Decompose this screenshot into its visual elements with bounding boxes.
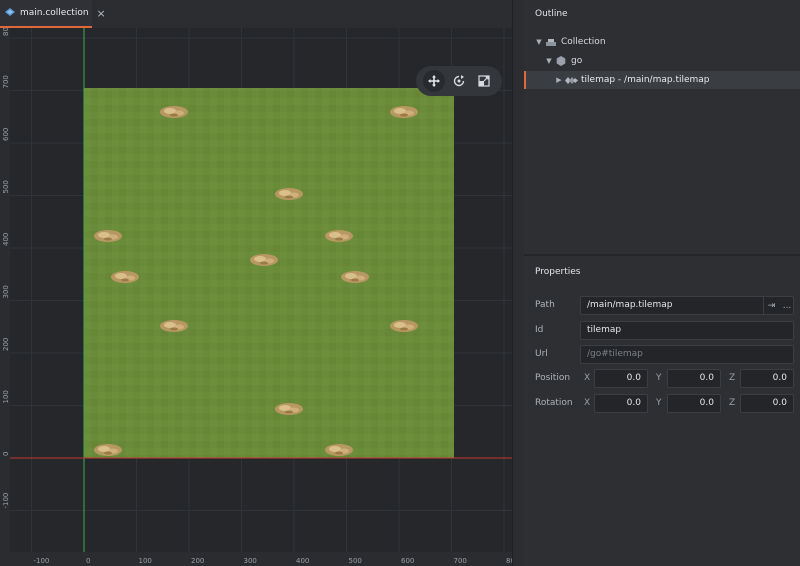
ruler-y-label: 400 [2,233,10,246]
outline-item-go[interactable]: ▼ go [524,52,800,70]
ruler-x-label: 700 [454,557,467,565]
url-field[interactable]: /go#tilemap [580,345,794,364]
ruler-y-label: 0 [2,452,10,456]
close-icon[interactable]: × [97,7,106,20]
expand-arrow-icon[interactable]: ▶ [554,76,564,84]
scale-icon [478,75,490,87]
position-x-label: X [584,373,591,383]
tilemap-grass [84,88,454,458]
ruler-y-label: -100 [2,493,10,509]
outline-item-label: Collection [561,37,606,47]
tab-main-collection[interactable]: main.collection × [0,0,106,28]
dirt-patch [160,106,188,118]
rotation-z-field[interactable]: 0.0 [740,394,794,413]
ruler-x-label: 400 [296,557,309,565]
ruler-y-label: 800 [2,28,10,36]
ruler-y-label: 300 [2,285,10,298]
tilemap-icon [564,74,578,86]
ruler-x-label: 500 [349,557,362,565]
browse-button[interactable]: ... [779,296,795,315]
ruler-x-label: 600 [401,557,414,565]
url-label: Url [535,349,548,359]
move-arrows-icon [428,75,441,87]
dirt-patch [250,254,278,266]
ruler-y-label: 700 [2,75,10,88]
rotation-y-label: Y [656,398,662,408]
outline-pane: Outline ▼ Collection ▼ go ▶ tilemap - /m… [524,0,800,256]
rotation-label: Rotation [535,398,573,408]
ruler-y-label: 100 [2,390,10,403]
position-label: Position [535,373,571,383]
outline-title: Outline [535,9,568,19]
dirt-patch [390,320,418,332]
ruler-x-label: -100 [34,557,50,565]
dirt-patch [325,230,353,242]
rotation-z-label: Z [729,398,736,408]
outline-item-collection[interactable]: ▼ Collection [524,33,800,51]
outline-item-label: go [571,56,583,66]
dirt-patch [94,444,122,456]
move-tool-button[interactable] [423,70,446,92]
ruler-y-label: 200 [2,338,10,351]
scene-canvas[interactable]: 800 700 600 500 400 300 200 100 0 -100 -100 0 100 20… [0,28,512,566]
rotate-tool-button[interactable] [448,70,470,92]
game-object-icon [554,55,568,67]
id-label: Id [535,325,544,335]
collection-icon [4,7,16,20]
dirt-patch [275,403,303,415]
properties-pane: Properties Path /main/map.tilemap ⇥ ... … [524,258,800,566]
position-z-field[interactable]: 0.0 [740,369,794,388]
ruler-y-label: 600 [2,128,10,141]
id-field[interactable]: tilemap [580,321,794,340]
right-panel: Outline ▼ Collection ▼ go ▶ tilemap - /m… [524,0,800,566]
expand-arrow-icon[interactable]: ▼ [534,38,544,46]
tab-label: main.collection [20,8,89,18]
position-x-field[interactable]: 0.0 [594,369,648,388]
outline-item-label: tilemap - /main/map.tilemap [581,75,710,85]
position-z-label: Z [729,373,736,383]
dirt-patch [160,320,188,332]
ruler-x-label: 0 [86,557,90,565]
collection-icon [544,36,558,48]
rotation-x-field[interactable]: 0.0 [594,394,648,413]
ruler-x-label: 200 [191,557,204,565]
dirt-patch [94,230,122,242]
rotation-x-label: X [584,398,591,408]
goto-icon[interactable]: ⇥ [763,296,779,315]
outline-item-tilemap[interactable]: ▶ tilemap - /main/map.tilemap [524,71,800,89]
panel-splitter[interactable] [512,0,524,566]
dirt-patch [111,271,139,283]
scene-toolbar [416,66,502,96]
expand-arrow-icon[interactable]: ▼ [544,57,554,65]
dirt-patch [390,106,418,118]
editor-tab-bar: main.collection × [0,0,512,28]
position-y-label: Y [656,373,662,383]
ruler-x-label: 100 [139,557,152,565]
position-y-field[interactable]: 0.0 [667,369,721,388]
path-label: Path [535,300,555,310]
rotate-icon [453,75,465,87]
path-field[interactable]: /main/map.tilemap [580,296,794,315]
ruler-x-label: 300 [244,557,257,565]
properties-title: Properties [535,267,581,277]
scale-tool-button[interactable] [473,70,495,92]
dirt-patch [275,188,303,200]
dirt-patch [325,444,353,456]
dirt-patch [341,271,369,283]
scene-viewport[interactable]: 800 700 600 500 400 300 200 100 0 -100 -100 0 100 20… [0,28,512,566]
ruler-y-label: 500 [2,180,10,193]
rotation-y-field[interactable]: 0.0 [667,394,721,413]
